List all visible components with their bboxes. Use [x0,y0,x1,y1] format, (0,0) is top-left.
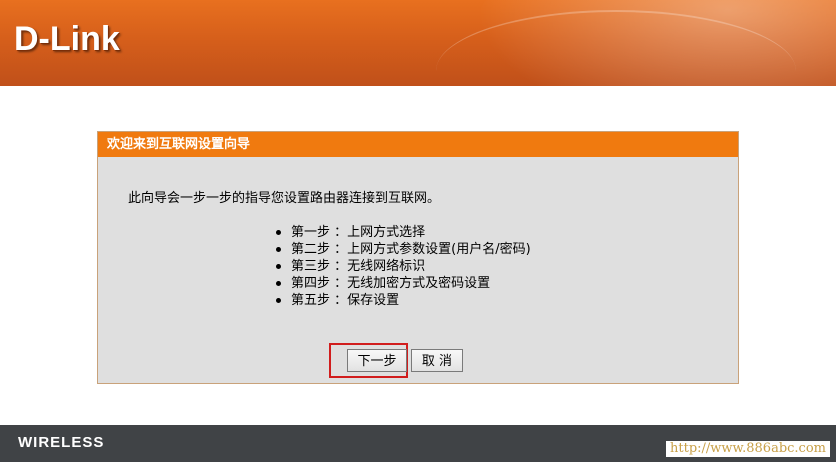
next-button[interactable]: 下一步 [347,349,407,372]
step-item: 第二步 ：上网方式参数设置(用户名/密码) [276,241,531,258]
step-label: 第四步 ：无线加密方式及密码设置 [291,276,491,291]
header-banner: D-Link [0,0,836,86]
watermark-url: http://www.886abc.com [666,441,830,457]
step-label: 第三步 ：无线网络标识 [291,259,426,274]
step-item: 第三步 ：无线网络标识 [276,258,531,275]
step-item: 第一步 ：上网方式选择 [276,224,531,241]
wireless-brand-text: WIRELESS [18,434,105,451]
step-label: 第五步 ：保存设置 [291,293,400,308]
bullet-icon [276,264,281,269]
dlink-logo: D-Link [14,20,120,58]
bullet-icon [276,247,281,252]
step-label: 第二步 ：上网方式参数设置(用户名/密码) [291,242,531,257]
step-item: 第五步 ：保存设置 [276,292,531,309]
bullet-icon [276,230,281,235]
step-item: 第四步 ：无线加密方式及密码设置 [276,275,531,292]
cancel-button[interactable]: 取 消 [411,349,463,372]
bullet-icon [276,281,281,286]
wizard-steps-list: 第一步 ：上网方式选择 第二步 ：上网方式参数设置(用户名/密码) 第三步 ：无… [276,224,531,309]
wizard-title: 欢迎来到互联网设置向导 [98,132,738,157]
step-label: 第一步 ：上网方式选择 [291,225,426,240]
bullet-icon [276,298,281,303]
setup-wizard-panel: 欢迎来到互联网设置向导 此向导会一步一步的指导您设置路由器连接到互联网。 第一步… [97,131,739,384]
wizard-intro-text: 此向导会一步一步的指导您设置路由器连接到互联网。 [128,191,441,206]
